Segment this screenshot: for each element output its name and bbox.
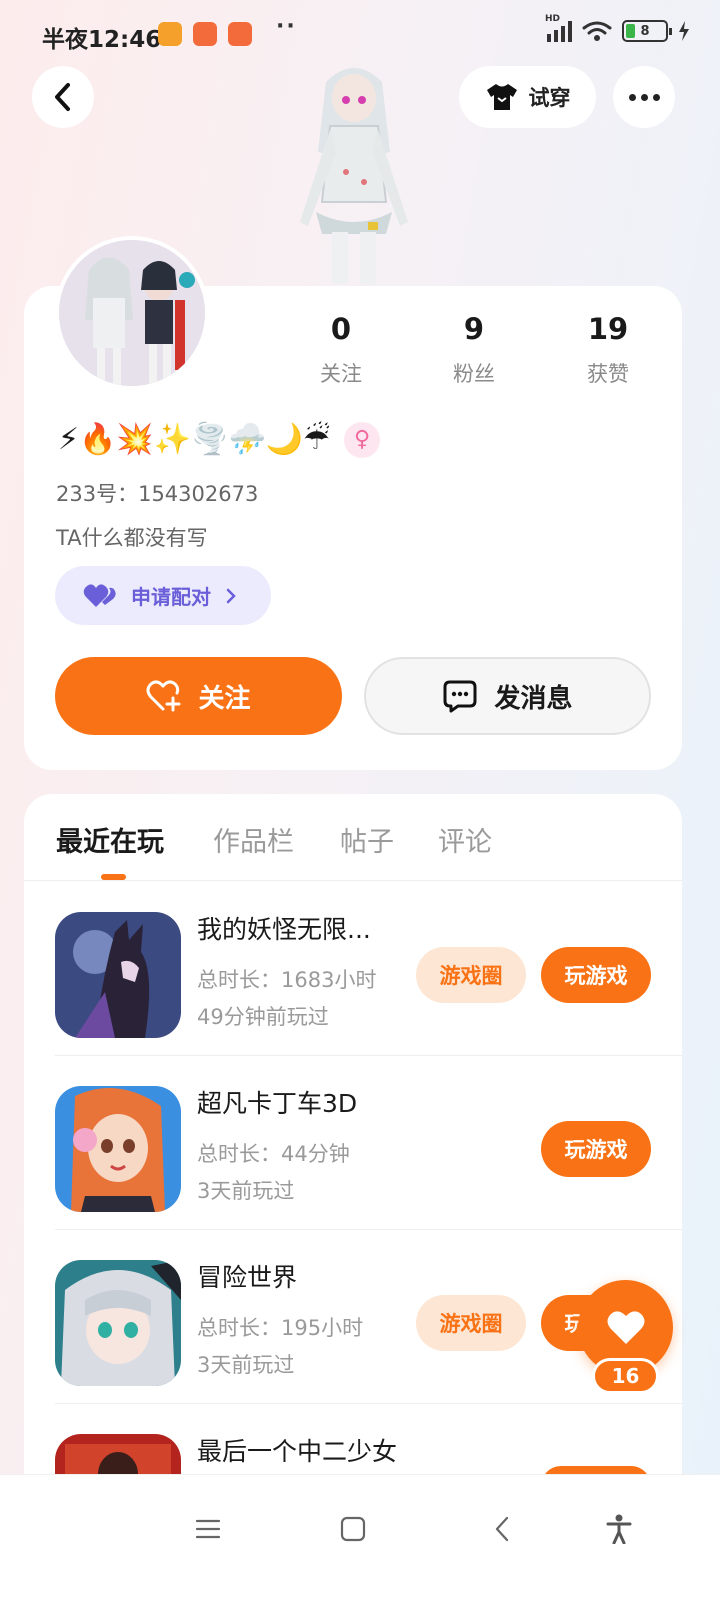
divider (24, 880, 682, 881)
game-total-duration: 总时长：195小时 (197, 1316, 364, 1340)
likes-label: 获赞 (587, 362, 629, 386)
send-message-label: 发消息 (494, 683, 573, 714)
shirt-icon (486, 84, 517, 110)
play-game-button[interactable]: 玩游戏 (541, 947, 651, 1003)
like-count-badge: 16 (592, 1358, 659, 1394)
tab-comments[interactable]: 评论 (438, 820, 492, 859)
tab-recently-played[interactable]: 最近在玩 (56, 820, 164, 859)
stat-following[interactable]: 0 关注 (291, 312, 391, 388)
game-title: 最后一个中二少女 (197, 1437, 398, 1466)
status-bar: 半夜12:46 ·· HD 8 (0, 0, 720, 70)
game-total-duration: 总时长：44分钟 (197, 1142, 350, 1166)
more-options-button[interactable] (613, 66, 675, 128)
play-game-button[interactable]: 玩游戏 (541, 1121, 651, 1177)
game-icon[interactable] (55, 1260, 181, 1386)
game-circle-button[interactable]: 游戏圈 (416, 1295, 526, 1351)
more-notifications-icon: ·· (276, 14, 297, 39)
game-last-played: 3天前玩过 (197, 1353, 295, 1377)
emoji-string: ⚡🔥💥✨🌪️⛈️🌙☔ (58, 422, 331, 457)
wifi-icon (582, 21, 612, 41)
game-icon[interactable] (55, 1086, 181, 1212)
game-list-item[interactable]: 我的妖怪无限... 总时长：1683小时 49分钟前玩过 游戏圈 玩游戏 (24, 882, 682, 1056)
signal-icon: HD (545, 14, 572, 42)
try-on-button[interactable]: 试穿 (459, 66, 596, 128)
following-count: 0 (330, 312, 352, 346)
notification-app-icon (193, 22, 217, 46)
battery-icon: 8 (622, 20, 672, 42)
notification-app-icon (228, 22, 252, 46)
back-button[interactable] (32, 66, 94, 128)
game-title: 超凡卡丁车3D (197, 1089, 358, 1118)
game-total-duration: 总时长：1683小时 (197, 968, 377, 992)
menu-icon[interactable] (188, 1509, 228, 1549)
system-nav-bar (0, 1474, 720, 1600)
request-pair-button[interactable]: 申请配对 (55, 566, 271, 625)
chevron-right-icon (226, 588, 236, 603)
game-title: 我的妖怪无限... (197, 915, 371, 944)
emoji-signature: ⚡🔥💥✨🌪️⛈️🌙☔ ♀ (58, 420, 381, 460)
game-last-played: 3天前玩过 (197, 1179, 295, 1203)
stat-followers[interactable]: 9 粉丝 (424, 312, 524, 388)
game-list-item[interactable]: 超凡卡丁车3D 总时长：44分钟 3天前玩过 玩游戏 (24, 1056, 682, 1230)
double-heart-icon (83, 583, 116, 607)
follow-label: 关注 (198, 683, 251, 714)
game-title: 冒险世界 (197, 1263, 298, 1292)
user-bio: TA什么都没有写 (56, 526, 208, 550)
charging-icon (679, 21, 689, 41)
chevron-left-icon (55, 83, 70, 111)
avatar[interactable] (55, 236, 209, 390)
status-time: 半夜12:46 (42, 27, 162, 53)
follow-button[interactable]: 关注 (55, 657, 342, 735)
home-icon[interactable] (333, 1509, 373, 1549)
try-on-label: 试穿 (528, 86, 571, 110)
send-message-button[interactable]: 发消息 (364, 657, 651, 735)
heart-plus-icon (146, 680, 181, 712)
likes-count: 19 (587, 312, 629, 346)
game-icon[interactable] (55, 912, 181, 1038)
back-nav-icon[interactable] (482, 1509, 522, 1549)
following-label: 关注 (320, 362, 362, 386)
avatar-3d-figure[interactable] (286, 62, 422, 284)
game-last-played: 49分钟前玩过 (197, 1005, 329, 1029)
chat-bubble-icon (443, 680, 477, 713)
stat-likes[interactable]: 19 获赞 (558, 312, 658, 388)
notification-app-icon (158, 22, 182, 46)
tab-posts[interactable]: 帖子 (340, 820, 394, 859)
tab-works[interactable]: 作品栏 (213, 820, 294, 859)
game-circle-button[interactable]: 游戏圈 (416, 947, 526, 1003)
followers-label: 粉丝 (453, 362, 495, 386)
user-id: 233号：154302673 (56, 482, 259, 506)
more-dots-icon (628, 93, 636, 101)
accessibility-icon[interactable] (599, 1509, 639, 1549)
female-gender-icon: ♀ (344, 422, 381, 458)
request-pair-label: 申请配对 (131, 585, 211, 609)
followers-count: 9 (463, 312, 485, 346)
heart-icon (607, 1310, 644, 1344)
